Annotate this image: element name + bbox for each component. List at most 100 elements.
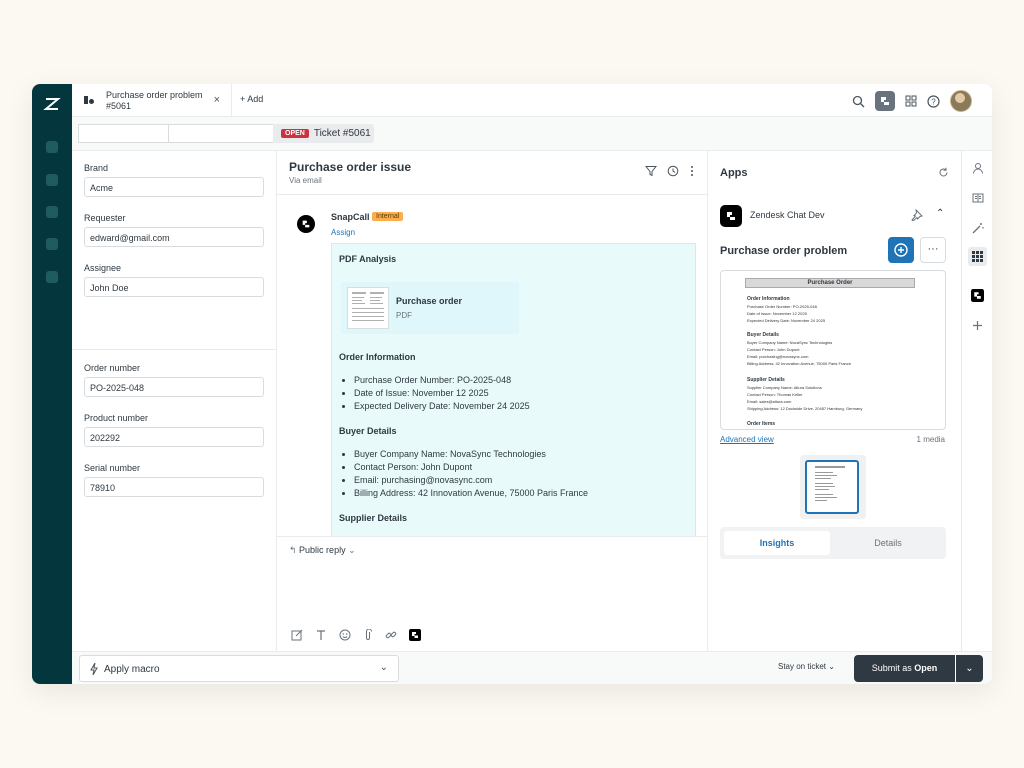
nav-item-5[interactable] — [46, 271, 58, 283]
chevron-down-icon: ⌄ — [379, 662, 388, 673]
serial-number-field[interactable]: 78910 — [84, 477, 264, 497]
apps-panel: Apps Zendesk Chat Dev ⌃ Purchase order p… — [707, 151, 961, 651]
tab-details[interactable]: Details — [834, 531, 942, 555]
search-icon[interactable] — [852, 95, 865, 108]
preview-items-heading: Order Items — [747, 421, 776, 427]
selected-page-thumbnail — [805, 460, 859, 514]
list-item: Contact Person: John Dupont — [354, 461, 588, 474]
tab-insights[interactable]: Insights — [724, 531, 830, 555]
history-icon[interactable] — [667, 165, 679, 177]
pin-icon[interactable] — [911, 209, 923, 221]
user-icon[interactable] — [969, 159, 986, 176]
apply-macro-dropdown[interactable]: Apply macro ⌄ — [79, 655, 399, 682]
snapcall-app-icon[interactable] — [875, 91, 895, 111]
lightning-icon — [90, 663, 98, 675]
nav-item-1[interactable] — [46, 141, 58, 153]
media-thumbnail[interactable] — [800, 455, 866, 519]
magic-wand-icon[interactable] — [969, 219, 986, 236]
nav-item-4[interactable] — [46, 238, 58, 250]
compose-icon[interactable] — [291, 629, 303, 641]
ticket-tab-icon — [84, 96, 94, 104]
snapcall-composer-icon[interactable] — [409, 629, 421, 641]
context-rail — [961, 151, 992, 651]
more-vertical-icon[interactable] — [689, 165, 695, 177]
supplier-details-heading: Supplier Details — [339, 513, 408, 523]
ticket-tab[interactable]: Purchase order problem #5061 × — [72, 84, 232, 117]
pdf-preview[interactable]: Purchase Order Order Information Purchas… — [720, 270, 946, 430]
requester-field[interactable]: edward@gmail.com — [84, 227, 264, 247]
pdf-thumbnail — [347, 287, 389, 329]
product-number-field[interactable]: 202292 — [84, 427, 264, 447]
text-format-icon[interactable] — [315, 629, 327, 641]
list-item: Buyer Company Name: NovaSync Technologie… — [354, 448, 588, 461]
ticket-properties: Brand Acme Requester edward@gmail.com As… — [72, 151, 277, 651]
app-panel-title: Purchase order problem — [720, 245, 848, 257]
tab-close-button[interactable]: × — [214, 94, 220, 106]
stay-on-ticket-dropdown[interactable]: Stay on ticket ⌄ — [778, 662, 835, 671]
bottom-bar: Apply macro ⌄ Stay on ticket ⌄ Submit as… — [72, 651, 992, 684]
list-item: Email: purchasing@novasync.com — [354, 474, 588, 487]
breadcrumb-ticket[interactable]: OPEN Ticket #5061 — [273, 124, 374, 143]
stay-label: Stay on ticket — [778, 662, 827, 671]
preview-line: Buyer Company Name: NovaSync Technologie… — [747, 340, 833, 345]
top-icons: ? — [852, 90, 972, 112]
add-app-icon[interactable] — [969, 317, 986, 334]
assignee-field[interactable]: John Doe — [84, 277, 264, 297]
breadcrumb-segment-1[interactable] — [78, 124, 169, 143]
submit-options-button[interactable]: ⌄ — [956, 655, 983, 682]
preview-line: Date of Issue: November 12 2025 — [747, 311, 807, 316]
knowledge-book-icon[interactable] — [969, 189, 986, 206]
refresh-icon[interactable] — [938, 167, 949, 178]
snapcall-rail-icon[interactable] — [969, 287, 986, 304]
status-badge: OPEN — [281, 129, 309, 138]
reply-composer[interactable]: ↰ Public reply ⌄ — [277, 536, 707, 651]
internal-note: PDF Analysis Purchase order PDF Order In… — [331, 243, 696, 543]
brand-field[interactable]: Acme — [84, 177, 264, 197]
pdf-analysis-heading: PDF Analysis — [339, 254, 397, 264]
plus-circle-icon — [894, 243, 908, 257]
zendesk-logo-icon[interactable] — [42, 94, 62, 114]
submit-button[interactable]: Submit as Open — [854, 655, 955, 682]
preview-line: Contact Person: John Dupont — [747, 347, 800, 352]
reply-mode-selector[interactable]: ↰ Public reply ⌄ — [289, 545, 356, 556]
app-header-zendesk-chat-dev[interactable]: Zendesk Chat Dev ⌃ — [720, 204, 948, 228]
breadcrumb-segment-2[interactable] — [168, 124, 274, 143]
conversation-channel: Via email — [289, 176, 322, 185]
link-icon[interactable] — [385, 629, 397, 641]
filter-icon[interactable] — [645, 165, 657, 177]
brand-label: Brand — [84, 163, 109, 173]
apps-grid-icon[interactable] — [905, 95, 917, 107]
fields-divider — [72, 349, 277, 350]
order-number-field[interactable]: PO-2025-048 — [84, 377, 264, 397]
list-item: Billing Address: 42 Innovation Avenue, 7… — [354, 487, 588, 500]
add-button[interactable] — [888, 237, 914, 263]
preview-buyer-heading: Buyer Details — [747, 332, 779, 338]
reply-mode-label: Public reply — [299, 545, 346, 555]
list-item: Expected Delivery Date: November 24 2025 — [354, 400, 530, 413]
top-bar: Purchase order problem #5061 × + Add ? — [72, 84, 992, 117]
conversation-actions — [645, 165, 695, 177]
main-nav — [32, 84, 72, 684]
submit-prefix: Submit as — [871, 663, 915, 673]
preview-header: Purchase Order — [745, 278, 915, 288]
product-number-label: Product number — [84, 413, 149, 423]
apps-grid-rail-icon[interactable] — [968, 247, 987, 266]
advanced-view-link[interactable]: Advanced view — [720, 435, 774, 444]
submit-status: Open — [914, 663, 938, 673]
add-tab-button[interactable]: + Add — [240, 94, 263, 104]
attachment-icon[interactable] — [363, 629, 373, 641]
emoji-icon[interactable] — [339, 629, 351, 641]
collapse-chevron-icon[interactable]: ⌃ — [936, 208, 944, 219]
nav-item-3[interactable] — [46, 206, 58, 218]
user-avatar[interactable] — [950, 90, 972, 112]
nav-item-2[interactable] — [46, 174, 58, 186]
order-information-list: Purchase Order Number: PO-2025-048 Date … — [344, 374, 530, 413]
svg-text:?: ? — [931, 97, 936, 106]
assign-link[interactable]: Assign — [331, 228, 355, 237]
help-icon[interactable]: ? — [927, 94, 940, 108]
app-name: Zendesk Chat Dev — [750, 210, 825, 220]
list-item: Date of Issue: November 12 2025 — [354, 387, 530, 400]
more-options-button[interactable]: ··· — [920, 237, 946, 263]
pdf-attachment[interactable]: Purchase order PDF — [341, 282, 519, 334]
conversation-title: Purchase order issue — [289, 160, 412, 174]
